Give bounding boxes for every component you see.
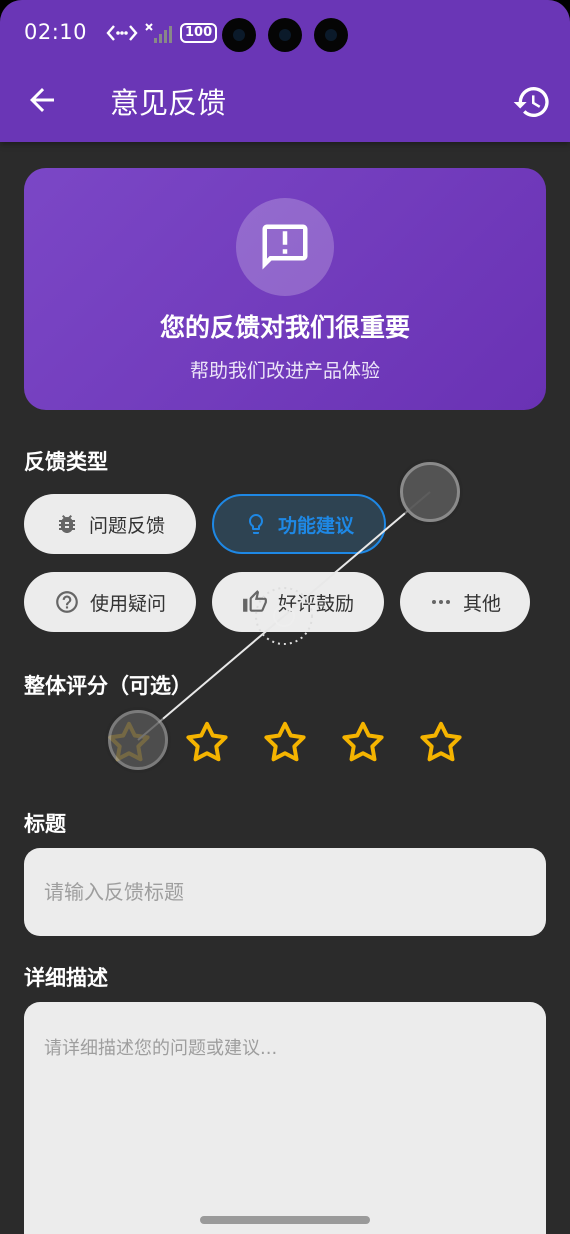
home-indicator[interactable] [200, 1216, 370, 1224]
feedback-screen: 02:10 100 意见反馈 您的反馈对我们很重要 帮助我们改进产品体验 反馈类… [0, 0, 570, 1234]
lightbulb-icon [248, 514, 263, 534]
hero-icon-circle [236, 198, 334, 296]
camera-cutout-icon [314, 18, 348, 52]
star-4-icon[interactable] [338, 718, 388, 768]
description-input[interactable]: 请详细描述您的问题或建议... [24, 1002, 546, 1234]
back-button[interactable] [24, 82, 60, 118]
status-time: 02:10 [24, 20, 88, 44]
app-bar: 02:10 100 意见反馈 [0, 0, 570, 142]
description-label: 详细描述 [24, 966, 108, 990]
help-circle-icon [56, 591, 78, 613]
history-button[interactable] [512, 82, 552, 122]
page-title: 意见反馈 [110, 86, 227, 120]
touch-start-indicator [400, 462, 460, 522]
camera-cutout-icon [268, 18, 302, 52]
title-label: 标题 [24, 812, 66, 836]
more-horiz-icon [431, 600, 450, 604]
thumb-up-icon [243, 590, 267, 612]
chip-feature-suggestion[interactable]: 功能建议 [212, 494, 386, 554]
chip-usage-question[interactable]: 使用疑问 [24, 572, 196, 632]
title-input[interactable]: 请输入反馈标题 [24, 848, 546, 936]
hero-title: 您的反馈对我们很重要 [159, 313, 410, 342]
chip-label: 问题反馈 [88, 514, 165, 537]
battery-level: 100 [180, 23, 218, 43]
history-icon [513, 87, 549, 117]
chip-bug-report[interactable]: 问题反馈 [24, 494, 196, 554]
hero-subtitle: 帮助我们改进产品体验 [189, 360, 380, 382]
arrow-back-icon [30, 88, 54, 112]
star-2-icon[interactable] [182, 718, 232, 768]
feedback-type-label: 反馈类型 [24, 450, 108, 474]
chip-praise[interactable]: 好评鼓励 [212, 572, 384, 632]
chip-label: 其他 [462, 592, 501, 615]
star-5-icon[interactable] [416, 718, 466, 768]
rating-label: 整体评分（可选） [24, 674, 192, 698]
hero-card: 您的反馈对我们很重要 帮助我们改进产品体验 [24, 168, 546, 410]
star-3-icon[interactable] [260, 718, 310, 768]
feedback-icon [262, 224, 308, 270]
chip-other[interactable]: 其他 [400, 572, 530, 632]
chip-label: 使用疑问 [89, 592, 166, 615]
status-icons: 100 [106, 22, 218, 44]
chip-label: 功能建议 [277, 514, 354, 537]
signal-icon [145, 23, 172, 43]
data-sync-icon [106, 25, 138, 41]
camera-cutout-icon [222, 18, 256, 52]
bug-icon [58, 515, 75, 533]
chip-label: 好评鼓励 [277, 592, 354, 615]
touch-end-indicator [108, 710, 168, 770]
